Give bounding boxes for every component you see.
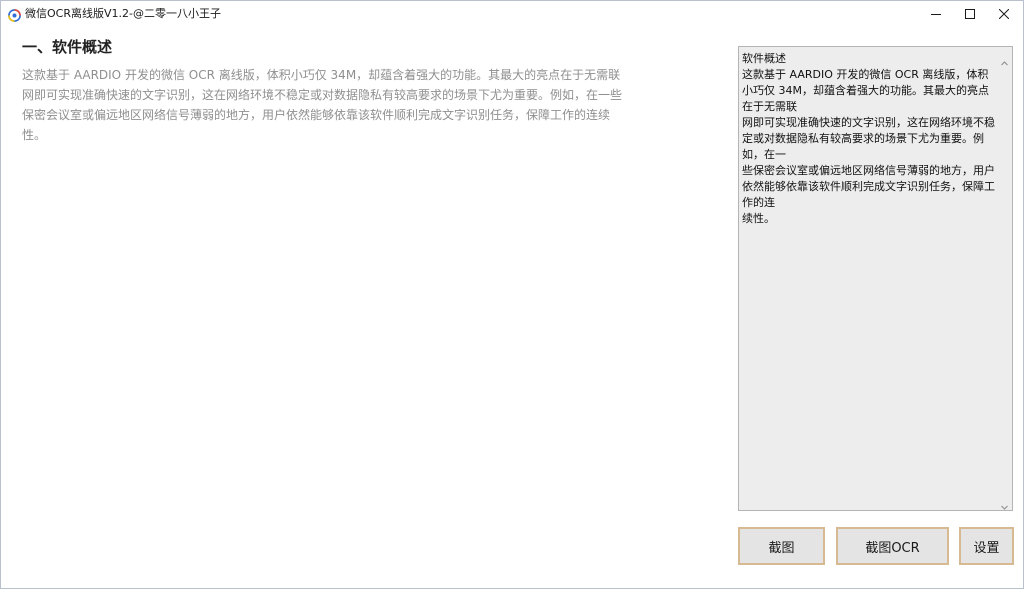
ocr-output-text: 软件概述 这款基于 AARDIO 开发的微信 OCR 离线版，体积小巧仅 34M…	[742, 52, 995, 225]
title-bar[interactable]: 微信OCR离线版V1.2-@二零一八小王子	[1, 1, 1023, 27]
settings-button[interactable]: 设置	[959, 527, 1014, 565]
minimize-icon	[931, 14, 941, 15]
ocr-output-textarea[interactable]: 软件概述 这款基于 AARDIO 开发的微信 OCR 离线版，体积小巧仅 34M…	[738, 46, 1013, 511]
section-heading: 一、软件概述	[22, 38, 113, 56]
close-icon	[999, 9, 1009, 19]
maximize-button[interactable]	[953, 1, 987, 27]
scroll-down-arrow-icon[interactable]	[1000, 497, 1009, 510]
close-button[interactable]	[987, 1, 1021, 27]
screenshot-ocr-button[interactable]: 截图OCR	[836, 527, 949, 565]
screenshot-button[interactable]: 截图	[738, 527, 825, 565]
window-title: 微信OCR离线版V1.2-@二零一八小王子	[25, 7, 221, 20]
minimize-button[interactable]	[919, 1, 953, 27]
section-body-text: 这款基于 AARDIO 开发的微信 OCR 离线版，体积小巧仅 34M，却蕴含着…	[22, 68, 623, 142]
scroll-up-arrow-icon[interactable]	[1000, 53, 1009, 66]
maximize-icon	[965, 9, 975, 19]
app-logo-icon	[8, 7, 21, 22]
app-window: 微信OCR离线版V1.2-@二零一八小王子 一、软件概述 这款基于 AARDIO…	[0, 0, 1024, 589]
